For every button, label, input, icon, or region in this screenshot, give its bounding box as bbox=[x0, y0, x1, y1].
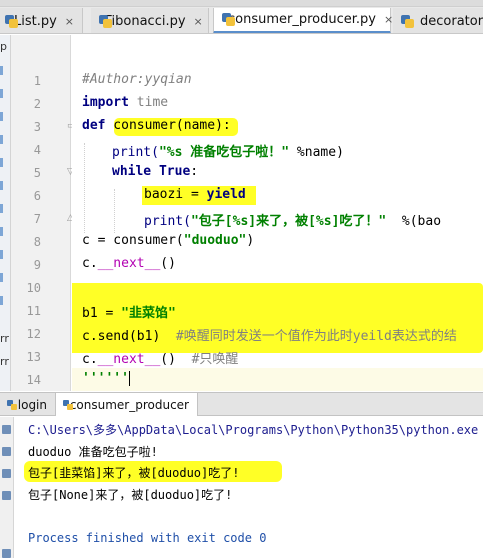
line-number: 7 bbox=[33, 212, 41, 226]
project-tree-edge: p la la la la la la la la la la la rr rr bbox=[0, 35, 11, 391]
python-run-icon bbox=[62, 399, 72, 411]
python-file-icon bbox=[401, 14, 414, 28]
code-line-5: while True: bbox=[112, 164, 199, 179]
editor-tab-bar: List.py × Fibonacci.py × consumer_produc… bbox=[0, 0, 483, 34]
line-number: 3 bbox=[33, 120, 41, 134]
pause-icon[interactable] bbox=[2, 469, 11, 478]
line-number-gutter[interactable]: 1 2 3 4 5 6 7 8 9 10 11 12 13 14 ▭ ▽ △ bbox=[11, 35, 76, 391]
tab-fibonacci-py[interactable]: Fibonacci.py × bbox=[91, 8, 209, 33]
line-number: 5 bbox=[33, 166, 41, 180]
tree-fragment[interactable]: rr bbox=[0, 332, 9, 345]
line-number: 12 bbox=[26, 327, 41, 341]
tree-fragment[interactable]: p bbox=[0, 40, 7, 53]
code-line-9: c.__next__() bbox=[82, 256, 176, 271]
rerun-icon[interactable] bbox=[2, 425, 11, 434]
python-file-icon bbox=[5, 14, 18, 28]
tab-consumer-producer-py[interactable]: consumer_producer.py × bbox=[213, 8, 393, 33]
line-number: 14 bbox=[26, 373, 41, 387]
close-icon[interactable]: × bbox=[65, 15, 74, 28]
python-run-icon bbox=[6, 399, 17, 411]
console-output-line: 包子[None]来了，被[duoduo]吃了! bbox=[28, 488, 233, 502]
line-number: 8 bbox=[33, 235, 41, 249]
line-number: 9 bbox=[33, 258, 41, 272]
run-tab-login[interactable]: login bbox=[0, 393, 56, 416]
code-line-4: print("%s 准备吃包子啦！" %name) bbox=[112, 145, 344, 160]
close-icon[interactable]: × bbox=[384, 13, 393, 26]
tab-label: List.py bbox=[13, 13, 57, 29]
line-number: 2 bbox=[33, 97, 41, 111]
code-line-13: c.__next__() #只唤醒 bbox=[82, 352, 239, 367]
stop-icon[interactable] bbox=[2, 447, 11, 456]
line-number: 4 bbox=[33, 143, 41, 157]
interpreter-path: C:\Users\多多\AppData\Local\Programs\Pytho… bbox=[28, 423, 483, 437]
tab-decorator[interactable]: decorator bbox=[393, 8, 483, 33]
code-editor[interactable]: #Author:yyqian import time def consumer(… bbox=[72, 35, 483, 391]
code-line-12: c.send(b1) #唤醒同时发送一个值作为此时yeild表达式的结 bbox=[82, 329, 457, 344]
window-top-strip bbox=[0, 0, 483, 7]
line-number: 1 bbox=[33, 74, 41, 88]
text-caret bbox=[128, 371, 130, 386]
tree-fragment[interactable]: rr bbox=[0, 355, 9, 368]
tab-label: decorator bbox=[420, 13, 483, 29]
line-number: 13 bbox=[26, 350, 41, 364]
code-line-3: def consumer(name): bbox=[82, 118, 231, 133]
console-output-line: duoduo 准备吃包子啦! bbox=[28, 445, 158, 459]
console-output-line: 包子[韭菜馅]来了，被[duoduo]吃了! bbox=[28, 466, 240, 480]
line-number: 6 bbox=[33, 189, 41, 203]
code-line-1: #Author:yyqian bbox=[82, 72, 192, 87]
code-line-8: c = consumer("duoduo") bbox=[82, 233, 255, 248]
code-line-7: print("包子[%s]来了，被[%s]吃了！" %(bao bbox=[144, 214, 442, 229]
run-console[interactable]: C:\Users\多多\AppData\Local\Programs\Pytho… bbox=[0, 417, 483, 558]
run-tab-label: consumer_producer bbox=[69, 397, 189, 412]
exit-status: Process finished with exit code 0 bbox=[28, 531, 267, 545]
close-icon[interactable]: × bbox=[194, 15, 203, 28]
run-tool-window-tabs: login consumer_producer bbox=[0, 392, 483, 416]
pin-icon[interactable] bbox=[2, 491, 11, 500]
close-icon[interactable] bbox=[2, 549, 11, 558]
tab-list-py[interactable]: List.py × bbox=[0, 8, 83, 33]
line-number: 10 bbox=[26, 281, 41, 295]
code-line-14: '''''' bbox=[82, 371, 130, 386]
current-line-highlight bbox=[72, 368, 483, 391]
code-line-6: baozi = yield bbox=[144, 187, 246, 202]
run-tab-consumer-producer[interactable]: consumer_producer bbox=[56, 393, 198, 416]
line-number: 11 bbox=[26, 304, 41, 318]
run-tab-label: login bbox=[17, 397, 47, 412]
console-gutter bbox=[0, 417, 14, 558]
tab-label: Fibonacci.py bbox=[105, 13, 186, 29]
tab-label: consumer_producer.py bbox=[228, 12, 376, 27]
code-line-11: b1 = "韭菜馅" bbox=[82, 306, 176, 321]
code-line-2: import time bbox=[82, 95, 169, 110]
